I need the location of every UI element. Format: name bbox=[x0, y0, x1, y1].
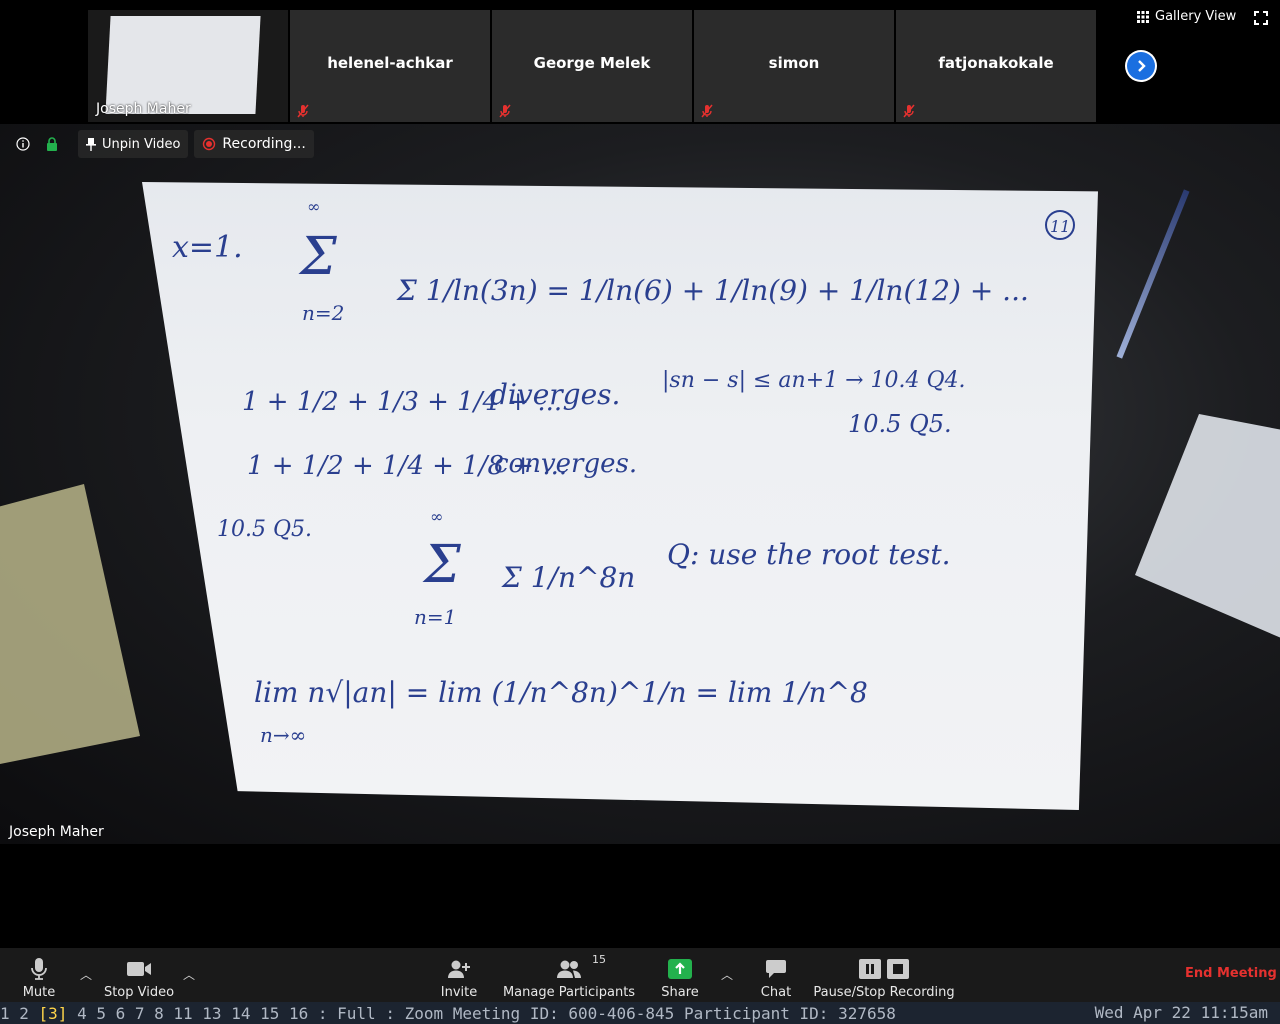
workspaces-before[interactable]: 1 2 bbox=[0, 1004, 39, 1023]
participant-name: George Melek bbox=[533, 54, 651, 72]
wb-limit-sub: n→∞ bbox=[260, 723, 306, 747]
page-number: 11 bbox=[1050, 217, 1070, 236]
manage-participants-label: Manage Participants bbox=[502, 985, 636, 1000]
yellow-paper bbox=[0, 484, 140, 764]
wb-sum2-lower: n=1 bbox=[414, 605, 456, 629]
pause-stop-recording-label: Pause/Stop Recording bbox=[813, 985, 955, 1000]
participant-tile-4[interactable]: fatjonakokale bbox=[896, 10, 1096, 122]
add-user-icon bbox=[447, 955, 471, 983]
pen bbox=[1116, 189, 1190, 359]
mute-button[interactable]: Mute bbox=[20, 952, 58, 1000]
info-icon bbox=[16, 137, 30, 151]
pause-stop-recording-button[interactable]: Pause/Stop Recording bbox=[813, 952, 955, 1000]
muted-mic-icon bbox=[900, 102, 918, 120]
chat-bubble-icon bbox=[765, 955, 787, 983]
participant-name: fatjonakokale bbox=[938, 54, 1054, 72]
share-screen-icon bbox=[668, 955, 692, 983]
manage-participants-button[interactable]: Manage Participants bbox=[503, 952, 635, 1000]
muted-mic-icon bbox=[294, 102, 312, 120]
participant-tile-1[interactable]: helenel-achkar bbox=[290, 10, 490, 122]
participant-tile-3[interactable]: simon bbox=[694, 10, 894, 122]
wb-q-label: 10.5 Q5. bbox=[217, 517, 312, 542]
wb-converges: converges. bbox=[494, 449, 637, 479]
share-label: Share bbox=[661, 985, 699, 1000]
self-thumbnail-whiteboard bbox=[105, 16, 261, 114]
chat-button[interactable]: Chat bbox=[760, 952, 792, 1000]
wb-limit: lim n√|an| = lim (1/n^8n)^1/n = lim 1/n^… bbox=[254, 676, 868, 709]
loose-papers bbox=[1135, 414, 1280, 644]
encryption-button[interactable] bbox=[42, 130, 72, 158]
mute-label: Mute bbox=[22, 985, 56, 1000]
pin-icon bbox=[86, 138, 96, 151]
lock-icon bbox=[47, 137, 57, 151]
unpin-video-label: Unpin Video bbox=[102, 136, 181, 152]
video-camera-icon bbox=[126, 955, 152, 983]
wb-bound-note: |sn − s| ≤ an+1 → 10.4 Q4. bbox=[662, 368, 966, 393]
wb-sum2: Σ 1/n^8n bbox=[501, 561, 635, 594]
video-options-caret[interactable]: ︿ bbox=[183, 966, 195, 983]
wb-sum1-upper: ∞ bbox=[307, 197, 320, 216]
wb-sum2-upper: ∞ bbox=[430, 507, 443, 526]
workspaces-after: 4 5 6 7 8 11 13 14 15 16 : Full : Zoom M… bbox=[67, 1003, 896, 1023]
pause-stop-icons bbox=[859, 955, 909, 983]
wb-sigma2: Σ bbox=[422, 535, 461, 595]
participant-tile-2[interactable]: George Melek bbox=[492, 10, 692, 122]
invite-button[interactable]: Invite bbox=[440, 952, 478, 1000]
share-options-caret[interactable]: ︿ bbox=[721, 966, 733, 983]
next-page-button[interactable] bbox=[1125, 50, 1157, 82]
audio-options-caret[interactable]: ︿ bbox=[80, 966, 92, 983]
pause-icon[interactable] bbox=[859, 959, 881, 979]
muted-mic-icon bbox=[496, 102, 514, 120]
self-name-label: Joseph Maher bbox=[96, 101, 191, 117]
fullscreen-icon[interactable] bbox=[1254, 10, 1268, 29]
gallery-strip: Joseph Maher helenel-achkar George Melek… bbox=[0, 0, 1280, 124]
chat-label: Chat bbox=[760, 985, 792, 1000]
microphone-icon bbox=[30, 955, 48, 983]
end-meeting-button[interactable]: End Meeting bbox=[1185, 966, 1277, 981]
system-status-bar: 1 2 [3] 4 5 6 7 8 11 13 14 15 16 : Full … bbox=[0, 1002, 1280, 1024]
participant-name: simon bbox=[768, 54, 820, 72]
participant-name: helenel-achkar bbox=[327, 54, 453, 72]
meeting-info-button[interactable] bbox=[0, 130, 36, 158]
main-video: 11 x=1. ∞ n=2 Σ Σ 1/ln(3n) = 1/ln(6) + 1… bbox=[0, 124, 1280, 844]
chevron-right-icon bbox=[1127, 52, 1155, 80]
current-workspace[interactable]: [3] bbox=[39, 1004, 68, 1023]
meeting-info-row: Unpin Video Recording... bbox=[0, 130, 320, 158]
stop-video-label: Stop Video bbox=[103, 985, 175, 1000]
stop-video-button[interactable]: Stop Video bbox=[104, 952, 174, 1000]
stop-icon[interactable] bbox=[887, 959, 909, 979]
wb-bound-note2: 10.5 Q5. bbox=[848, 410, 952, 438]
wb-q-text: Q: use the root test. bbox=[667, 538, 951, 571]
unpin-video-button[interactable]: Unpin Video bbox=[78, 130, 189, 158]
gallery-view-button[interactable]: Gallery View bbox=[1137, 9, 1236, 24]
active-speaker-name: Joseph Maher bbox=[9, 824, 104, 840]
clock: Wed Apr 22 11:15am bbox=[1094, 1003, 1268, 1022]
recording-indicator[interactable]: Recording... bbox=[194, 130, 314, 158]
wb-diverges: diverges. bbox=[490, 378, 620, 411]
wb-x-equals: x=1. bbox=[172, 230, 243, 265]
wb-line1: Σ 1/ln(3n) = 1/ln(6) + 1/ln(9) + 1/ln(12… bbox=[396, 274, 1029, 307]
record-icon bbox=[203, 137, 216, 151]
muted-mic-icon bbox=[698, 102, 716, 120]
whiteboard-paper: 11 x=1. ∞ n=2 Σ Σ 1/ln(3n) = 1/ln(6) + 1… bbox=[142, 182, 1098, 810]
gallery-view-label: Gallery View bbox=[1155, 9, 1237, 24]
grid-icon bbox=[1137, 10, 1149, 23]
wb-sum1-lower: n=2 bbox=[302, 301, 344, 325]
share-button[interactable]: Share bbox=[660, 952, 700, 1000]
participant-count-badge: 15 bbox=[592, 953, 606, 966]
wb-sigma1: Σ bbox=[298, 227, 337, 287]
invite-label: Invite bbox=[440, 985, 478, 1000]
recording-label: Recording... bbox=[222, 136, 306, 152]
handwriting: 11 x=1. ∞ n=2 Σ Σ 1/ln(3n) = 1/ln(6) + 1… bbox=[172, 197, 1075, 747]
participants-icon bbox=[556, 955, 582, 983]
